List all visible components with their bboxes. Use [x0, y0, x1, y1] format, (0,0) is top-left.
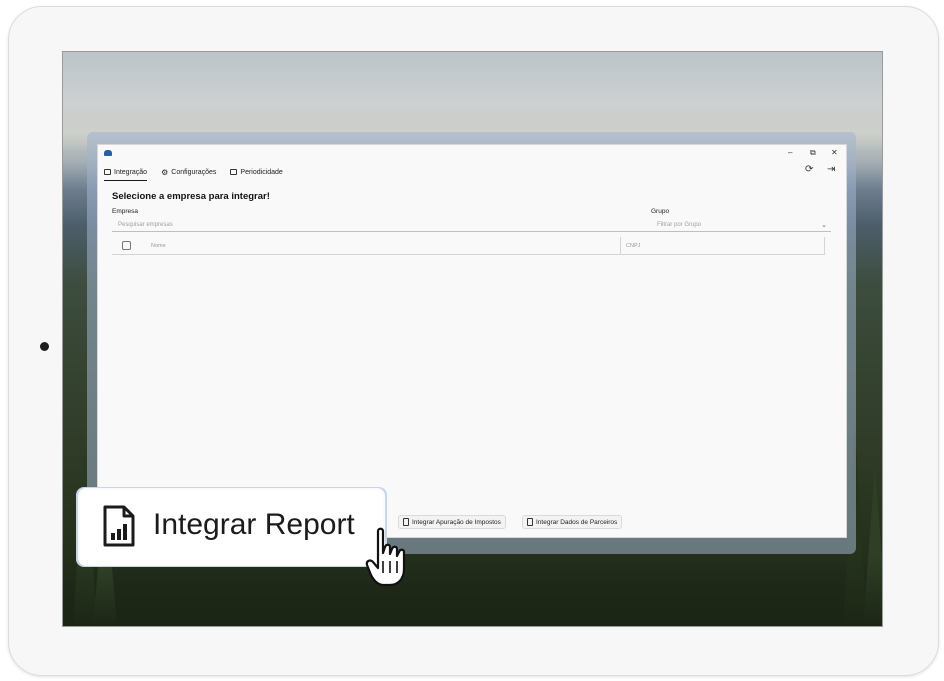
column-header-nome: Nome	[151, 243, 166, 249]
report-document-icon	[103, 505, 135, 547]
tab-configuracoes[interactable]: ⚙ Configurações	[161, 165, 216, 179]
gear-icon: ⚙	[161, 167, 169, 177]
empresa-label: Empresa	[112, 208, 139, 215]
integrar-apuracao-button[interactable]: Integrar Apuração de Impostos	[398, 515, 506, 529]
tab-label: Configurações	[171, 168, 217, 176]
button-label: Integrar Apuração de Impostos	[412, 518, 501, 526]
company-table-header: Nome CNPJ	[112, 237, 825, 255]
select-all-checkbox[interactable]	[122, 241, 131, 250]
grupo-placeholder: Filtrar por Grupo	[657, 222, 702, 228]
minimize-button[interactable]: –	[788, 148, 792, 158]
chevron-down-icon: ⌄	[821, 222, 827, 229]
tab-bar: Integração ⚙ Configurações Periodicidade	[104, 165, 283, 181]
column-divider	[620, 237, 621, 254]
monitor-icon	[104, 169, 111, 175]
button-label: Integrar Dados de Parceiros	[536, 518, 618, 526]
document-icon	[527, 518, 533, 526]
camera-dot	[40, 342, 49, 351]
restore-button[interactable]: ⧉	[810, 148, 816, 158]
empresa-search-input[interactable]: Pesquisar empresas	[112, 219, 652, 232]
refresh-icon[interactable]: ⟳	[805, 164, 813, 175]
calendar-icon	[230, 169, 238, 175]
tab-label: Periodicidade	[240, 168, 283, 176]
tab-periodicidade[interactable]: Periodicidade	[230, 165, 283, 179]
grupo-label: Grupo	[651, 208, 670, 215]
app-logo-icon	[104, 150, 112, 156]
close-button[interactable]: ✕	[831, 148, 838, 158]
page-title: Selecione a empresa para integrar!	[112, 191, 270, 202]
tab-integracao[interactable]: Integração	[104, 165, 148, 181]
hand-pointer-icon	[365, 527, 406, 587]
app-window: – ⧉ ✕ Integração ⚙ Configurações Periodi…	[97, 144, 847, 538]
logout-icon[interactable]: ⇥	[827, 164, 835, 175]
document-icon	[403, 518, 409, 526]
grupo-select[interactable]: Filtrar por Grupo ⌄	[651, 219, 831, 232]
tab-label: Integração	[114, 168, 148, 176]
column-divider	[824, 237, 825, 254]
integrar-report-label: Integrar Report	[153, 508, 355, 541]
integrar-parceiros-button[interactable]: Integrar Dados de Parceiros	[522, 515, 623, 529]
column-header-cnpj: CNPJ	[626, 243, 641, 249]
